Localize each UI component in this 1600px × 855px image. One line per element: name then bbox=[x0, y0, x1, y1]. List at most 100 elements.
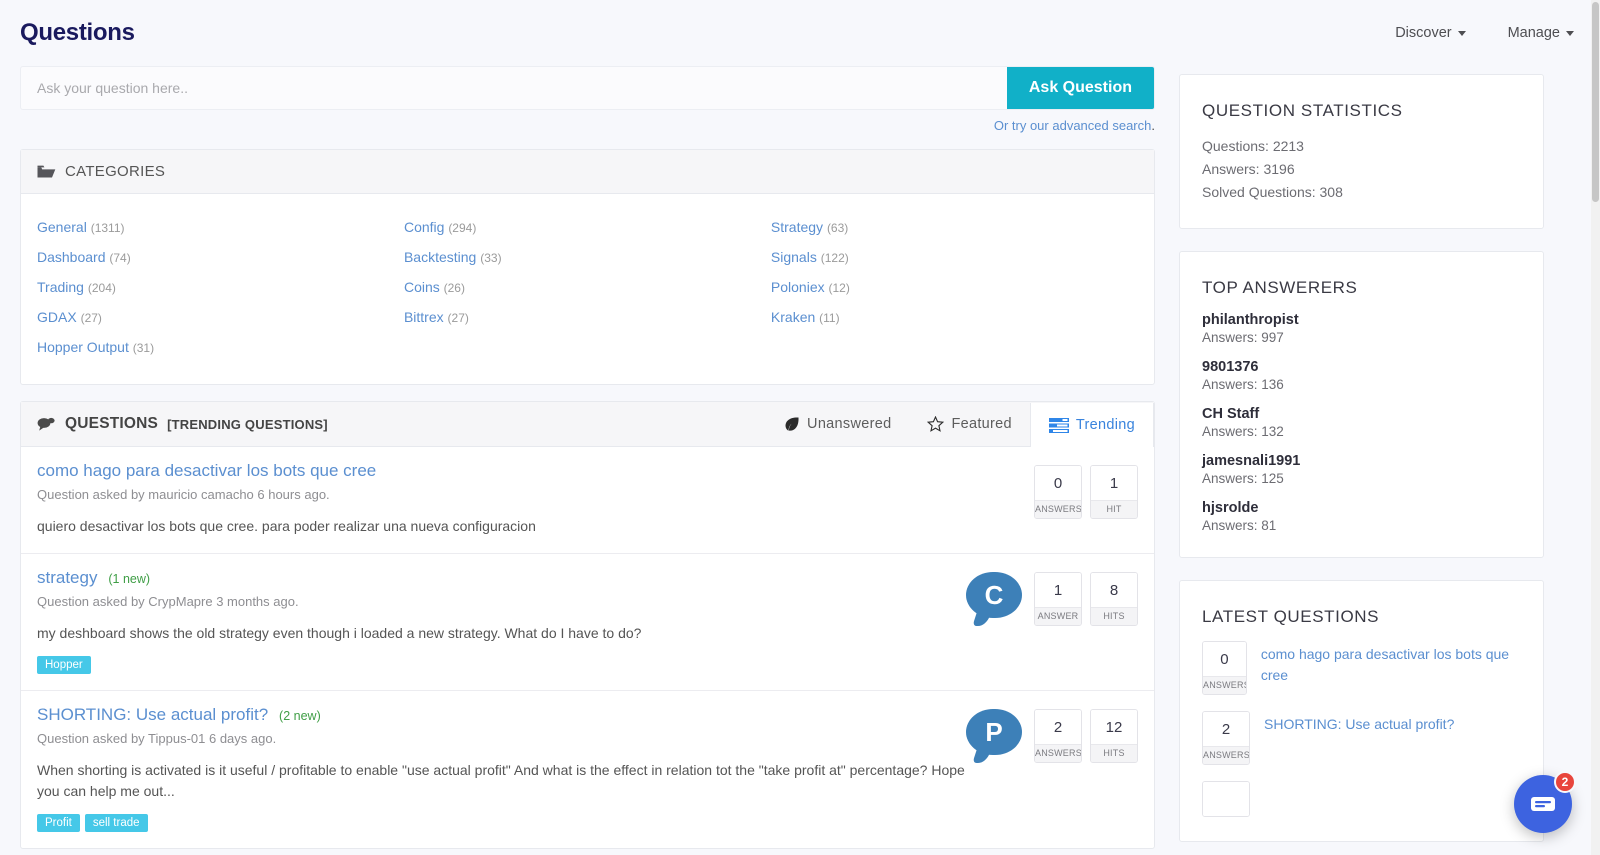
chevron-down-icon bbox=[1457, 30, 1466, 36]
question-tag[interactable]: Hopper bbox=[37, 656, 91, 674]
question-hits-box: 8 HITS bbox=[1090, 572, 1138, 626]
question-title-link[interactable]: como hago para desactivar los bots que c… bbox=[37, 461, 376, 480]
top-answerer-item[interactable]: philanthropist Answers: 997 bbox=[1202, 312, 1521, 345]
ask-question-bar: Ask Question bbox=[20, 66, 1155, 110]
latest-questions-card: LATEST QUESTIONS 0 ANSWERS como hago par… bbox=[1179, 580, 1544, 843]
nav-item-manage[interactable]: Manage bbox=[1508, 25, 1574, 41]
tab-featured[interactable]: Featured bbox=[909, 402, 1029, 446]
category-coins-count: (26) bbox=[443, 281, 465, 295]
question-meta: Question asked by CrypMapre 3 months ago… bbox=[37, 594, 299, 609]
chevron-down-icon bbox=[1566, 30, 1574, 36]
category-poloniex: Poloniex (12) bbox=[771, 272, 1138, 302]
latest-question-answers-count: 0 bbox=[1203, 642, 1246, 677]
questions-title: QUESTIONS bbox=[65, 415, 159, 432]
category-bittrex-link[interactable]: Bittrex bbox=[404, 309, 444, 325]
chat-widget-button[interactable]: 2 bbox=[1514, 771, 1576, 833]
top-answerer-item[interactable]: hjsrolde Answers: 81 bbox=[1202, 500, 1521, 533]
question-title-link[interactable]: SHORTING: Use actual profit? bbox=[37, 705, 268, 724]
question-list-item[interactable]: strategy (1 new) Question asked by CrypM… bbox=[21, 554, 1154, 691]
chat-message-icon bbox=[1529, 793, 1557, 815]
question-list-item[interactable]: SHORTING: Use actual profit? (2 new) Que… bbox=[21, 691, 1154, 848]
latest-question-link[interactable]: SHORTING: Use actual profit? bbox=[1264, 711, 1454, 734]
question-answers-label: ANSWERS bbox=[1035, 744, 1081, 762]
trending-bars-icon bbox=[1048, 417, 1069, 434]
category-trading-link[interactable]: Trading bbox=[37, 279, 84, 295]
question-content: strategy (1 new) Question asked by CrypM… bbox=[37, 568, 966, 674]
question-meta: Question asked by Tippus-01 6 days ago. bbox=[37, 731, 277, 746]
tab-trending[interactable]: Trending bbox=[1029, 403, 1154, 447]
category-backtesting-link[interactable]: Backtesting bbox=[404, 249, 476, 265]
page-scrollbar[interactable] bbox=[1591, 0, 1600, 855]
latest-question-item-partial[interactable] bbox=[1202, 781, 1521, 818]
question-new-badge: (1 new) bbox=[108, 572, 151, 586]
nav-item-discover[interactable]: Discover bbox=[1395, 25, 1466, 41]
nav-item-manage-label: Manage bbox=[1507, 25, 1560, 41]
tab-unanswered[interactable]: Unanswered bbox=[766, 402, 909, 446]
category-dashboard-count: (74) bbox=[109, 251, 131, 265]
category-poloniex-link[interactable]: Poloniex bbox=[771, 279, 825, 295]
category-gdax-count: (27) bbox=[80, 311, 102, 325]
category-config: Config (294) bbox=[404, 212, 771, 242]
category-coins-link[interactable]: Coins bbox=[404, 279, 440, 295]
question-meta: Question asked by mauricio camacho 6 hou… bbox=[37, 487, 330, 502]
category-general-link[interactable]: General bbox=[37, 219, 87, 235]
search-input[interactable] bbox=[21, 67, 1007, 109]
top-answerer-item[interactable]: CH Staff Answers: 132 bbox=[1202, 406, 1521, 439]
leaf-icon bbox=[784, 416, 800, 432]
questions-subtitle: [TRENDING QUESTIONS] bbox=[167, 416, 328, 432]
questions-panel: QUESTIONS [TRENDING QUESTIONS] Unanswere… bbox=[20, 401, 1155, 849]
top-answerer-answers: Answers: 136 bbox=[1202, 377, 1284, 393]
top-answerers-card: TOP ANSWERERS philanthropist Answers: 99… bbox=[1179, 251, 1544, 559]
category-signals: Signals (122) bbox=[771, 242, 1138, 272]
page-scrollbar-thumb[interactable] bbox=[1592, 2, 1599, 202]
latest-question-link[interactable]: como hago para desactivar los bots que c… bbox=[1261, 641, 1521, 685]
question-title-link[interactable]: strategy bbox=[37, 568, 97, 587]
category-kraken-link[interactable]: Kraken bbox=[771, 309, 815, 325]
top-answerer-answers: Answers: 132 bbox=[1202, 424, 1284, 440]
advanced-search-link[interactable]: advanced search bbox=[1052, 118, 1151, 133]
category-strategy-count: (63) bbox=[826, 221, 849, 235]
question-list-item[interactable]: como hago para desactivar los bots que c… bbox=[21, 447, 1154, 554]
question-hits-count: 8 bbox=[1091, 573, 1137, 607]
latest-question-answers-count: 2 bbox=[1203, 712, 1249, 747]
ask-question-button[interactable]: Ask Question bbox=[1006, 67, 1154, 109]
categories-panel: CATEGORIES General (1311) Dashboard (74)… bbox=[20, 149, 1155, 385]
category-signals-count: (122) bbox=[820, 251, 849, 265]
advanced-search-suffix: . bbox=[1151, 118, 1155, 133]
category-trading-count: (204) bbox=[87, 281, 116, 295]
latest-question-item[interactable]: 2 ANSWERS SHORTING: Use actual profit? bbox=[1202, 711, 1521, 766]
top-answerer-item[interactable]: 9801376 Answers: 136 bbox=[1202, 359, 1521, 392]
latest-question-item[interactable]: 0 ANSWERS como hago para desactivar los … bbox=[1202, 641, 1521, 696]
category-hopper-output-link[interactable]: Hopper Output bbox=[37, 339, 129, 355]
latest-question-answers-box: 2 ANSWERS bbox=[1202, 711, 1250, 766]
question-answers-count: 2 bbox=[1035, 710, 1081, 744]
advanced-search-hint: Or try our advanced search. bbox=[20, 118, 1155, 133]
tab-featured-label: Featured bbox=[951, 416, 1012, 432]
avatar: C bbox=[966, 572, 1022, 618]
top-answerer-name: philanthropist bbox=[1202, 312, 1299, 329]
category-general: General (1311) bbox=[37, 212, 404, 242]
question-tag[interactable]: sell trade bbox=[84, 814, 148, 832]
question-answers-box: 2 ANSWERS bbox=[1034, 709, 1082, 763]
category-coins: Coins (26) bbox=[404, 272, 771, 302]
top-answerer-item[interactable]: jamesnali1991 Answers: 125 bbox=[1202, 453, 1521, 486]
comments-icon bbox=[37, 417, 56, 432]
question-answers-count: 1 bbox=[1035, 573, 1081, 607]
category-dashboard-link[interactable]: Dashboard bbox=[37, 249, 106, 265]
category-bittrex: Bittrex (27) bbox=[404, 302, 771, 332]
category-strategy-link[interactable]: Strategy bbox=[771, 219, 823, 235]
latest-question-answers-box: 0 ANSWERS bbox=[1202, 641, 1247, 696]
category-signals-link[interactable]: Signals bbox=[771, 249, 817, 265]
categories-column-1: General (1311) Dashboard (74) Trading (2… bbox=[37, 212, 404, 362]
category-config-link[interactable]: Config bbox=[404, 219, 444, 235]
question-tag[interactable]: Profit bbox=[37, 814, 80, 832]
latest-question-answers-count bbox=[1203, 782, 1249, 817]
folder-icon bbox=[37, 164, 56, 179]
questions-header: QUESTIONS [TRENDING QUESTIONS] Unanswere… bbox=[21, 402, 1154, 447]
latest-questions-title: LATEST QUESTIONS bbox=[1202, 607, 1380, 627]
category-backtesting-count: (33) bbox=[480, 251, 502, 265]
category-gdax-link[interactable]: GDAX bbox=[37, 309, 77, 325]
statistic-answers: Answers: 3196 bbox=[1202, 161, 1295, 178]
star-icon bbox=[927, 416, 945, 432]
question-stats: 0 ANSWERS 1 HIT bbox=[1034, 461, 1138, 537]
